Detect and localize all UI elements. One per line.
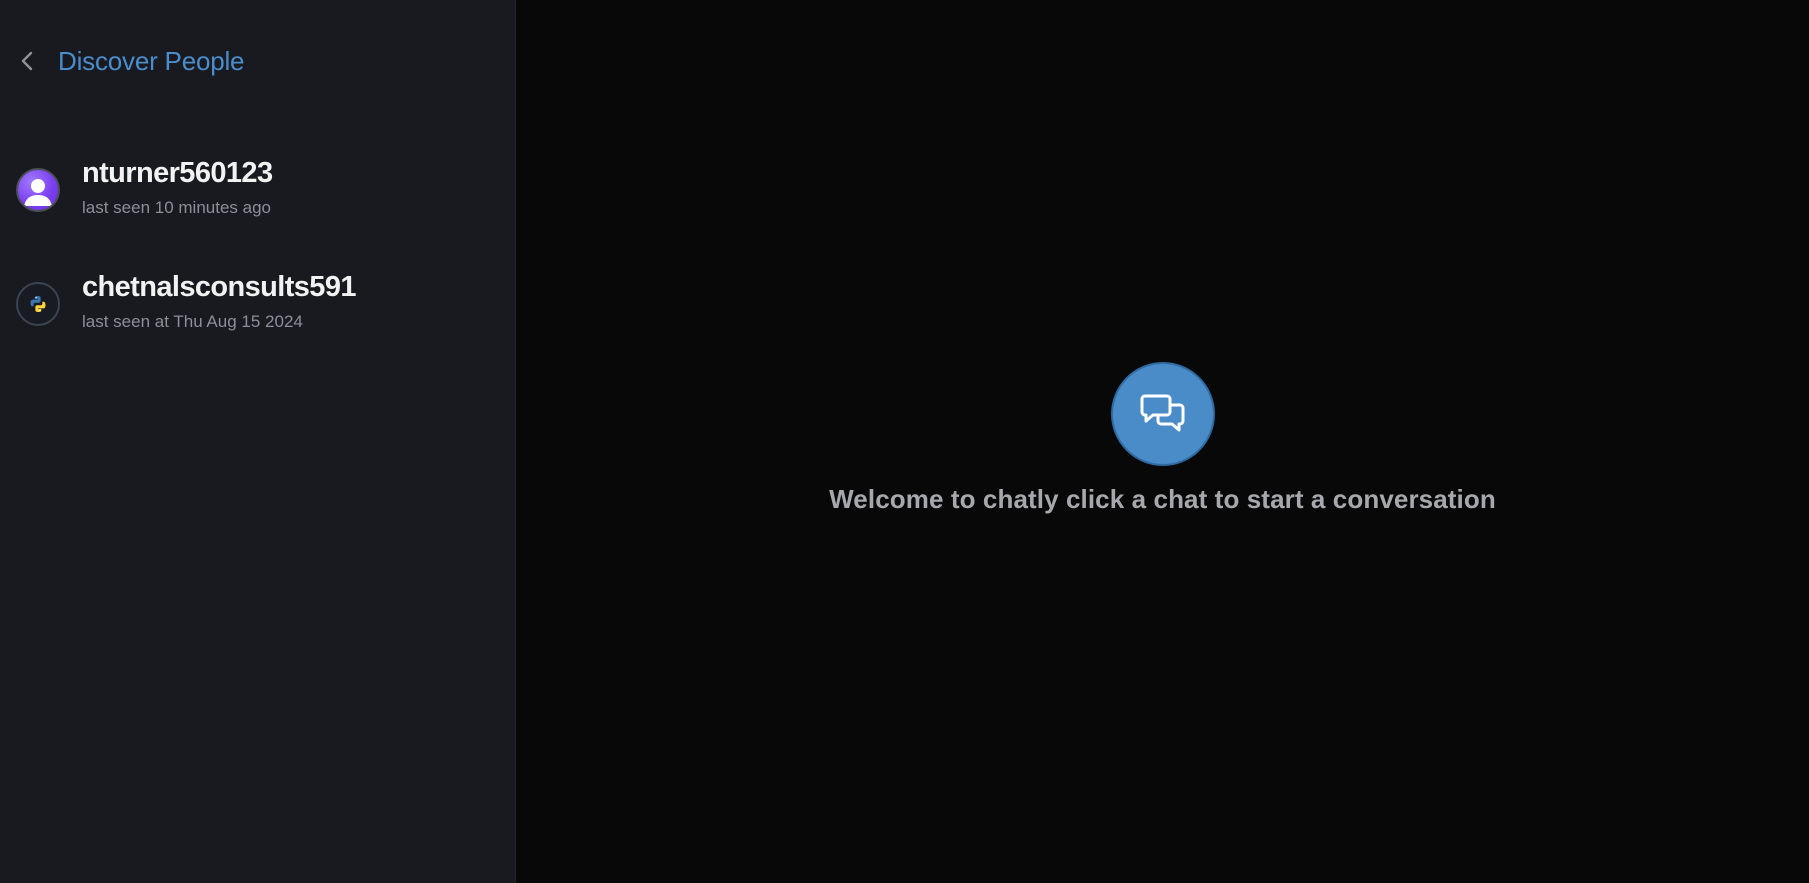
chat-area: Welcome to chatly click a chat to start … bbox=[516, 0, 1809, 883]
python-logo-avatar bbox=[16, 282, 60, 326]
user-icon bbox=[24, 179, 52, 206]
welcome-panel: Welcome to chatly click a chat to start … bbox=[516, 362, 1809, 515]
sidebar: Discover People nturner560123 last seen … bbox=[0, 0, 516, 883]
person-item[interactable]: nturner560123 last seen 10 minutes ago bbox=[0, 155, 515, 269]
person-username: nturner560123 bbox=[82, 157, 273, 189]
people-list: nturner560123 last seen 10 minutes ago c… bbox=[0, 155, 515, 383]
person-info: chetnalsconsults591 last seen at Thu Aug… bbox=[82, 269, 356, 332]
person-last-seen: last seen at Thu Aug 15 2024 bbox=[82, 312, 303, 331]
back-button[interactable] bbox=[16, 49, 40, 73]
sidebar-title: Discover People bbox=[58, 45, 245, 76]
app-window: Discover People nturner560123 last seen … bbox=[0, 0, 1809, 883]
chat-icon-badge bbox=[1110, 362, 1215, 466]
chevron-left-icon bbox=[21, 51, 33, 71]
person-item[interactable]: chetnalsconsults591 last seen at Thu Aug… bbox=[0, 269, 515, 383]
python-logo-icon bbox=[30, 296, 46, 312]
person-username: chetnalsconsults591 bbox=[82, 271, 356, 303]
person-last-seen: last seen 10 minutes ago bbox=[82, 198, 272, 217]
person-info: nturner560123 last seen 10 minutes ago bbox=[82, 155, 273, 218]
sidebar-header: Discover People bbox=[16, 41, 245, 81]
welcome-message: Welcome to chatly click a chat to start … bbox=[829, 484, 1496, 514]
chat-bubbles-icon bbox=[1140, 394, 1184, 432]
default-user-avatar bbox=[16, 168, 60, 212]
